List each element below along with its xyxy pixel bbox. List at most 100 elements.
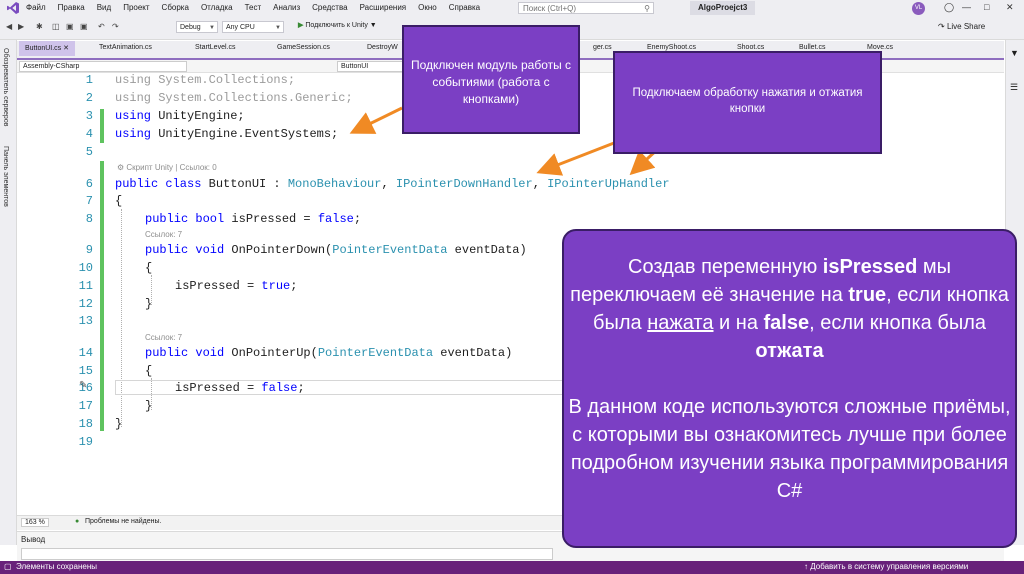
menu-test[interactable]: Тест	[245, 3, 262, 12]
codelens-pointerdown[interactable]: Ссылок: 7	[145, 230, 182, 239]
tab-move[interactable]: Move.cs	[867, 44, 893, 51]
close-icon[interactable]: ✕	[63, 45, 69, 52]
tab-destroy[interactable]: DestroyW	[367, 44, 398, 51]
code-text: ,	[381, 177, 396, 191]
avatar[interactable]: VL	[912, 2, 925, 15]
live-share-button[interactable]: ↷ Live Share	[938, 22, 985, 31]
type-name: IPointerDownHandler	[395, 177, 533, 191]
menu-edit[interactable]: Правка	[58, 3, 85, 12]
tab-buttonui[interactable]: ButtonUI.cs ✕	[19, 41, 76, 56]
tab-bullet[interactable]: Bullet.cs	[799, 44, 825, 51]
callout-event-module: Подключен модуль работы с событиями (раб…	[402, 25, 580, 134]
keyword: using	[115, 127, 152, 141]
line-number: 7	[85, 194, 93, 208]
line-number: 3	[85, 109, 93, 123]
save-all-icon[interactable]: ▣	[80, 22, 88, 31]
chevron-down-icon[interactable]: ▼	[1010, 48, 1019, 58]
code-line: public bool isPressed = false;	[145, 212, 361, 226]
search-placeholder: Поиск (Ctrl+Q)	[523, 4, 577, 13]
code-line: isPressed = true;	[175, 279, 297, 293]
callout-explanation: Создав переменную isPressed мы переключа…	[562, 229, 1017, 548]
code-text: ;	[353, 212, 362, 226]
tab-enemyshoot[interactable]: EnemyShoot.cs	[647, 44, 696, 51]
code-text: UnityEngine;	[151, 109, 245, 123]
code-line: using System.Collections.Generic;	[115, 91, 353, 105]
menu-tools[interactable]: Средства	[312, 3, 347, 12]
keyword: false	[261, 381, 298, 395]
line-number: 13	[78, 314, 93, 328]
problems-status[interactable]: Проблемы не найдены.	[85, 518, 161, 525]
tab-startlevel[interactable]: StartLevel.cs	[195, 44, 235, 51]
menu-file[interactable]: Файл	[26, 3, 46, 12]
type-name: IPointerUpHandler	[547, 177, 670, 191]
save-status-icon: ▢	[4, 562, 12, 571]
attach-unity-label: Подключить к Unity	[305, 22, 368, 29]
tab-manager[interactable]: ger.cs	[593, 44, 612, 51]
zoom-dropdown[interactable]: 163 %	[21, 518, 49, 527]
menu-extensions[interactable]: Расширения	[360, 3, 407, 12]
source-control-label: Добавить в систему управления версиями	[810, 562, 969, 571]
attach-unity-button[interactable]: ▶ Подключить к Unity ▼	[298, 21, 377, 29]
keyword: false	[317, 212, 354, 226]
forward-icon[interactable]: ▶	[18, 22, 24, 31]
code-text: ButtonUI :	[201, 177, 288, 191]
menu-build[interactable]: Сборка	[162, 3, 189, 12]
menu-window[interactable]: Окно	[418, 3, 437, 12]
type-name: MonoBehaviour	[287, 177, 382, 191]
menu-debug[interactable]: Отладка	[201, 3, 233, 12]
codelens-pointerup[interactable]: Ссылок: 7	[145, 333, 182, 342]
menu-project[interactable]: Проект	[123, 3, 149, 12]
code-text: ;	[290, 279, 298, 293]
line-number: 18	[78, 417, 93, 431]
project-dropdown[interactable]: Assembly-CSharp	[19, 61, 187, 72]
menu-view[interactable]: Вид	[97, 3, 111, 12]
line-number: 15	[78, 364, 93, 378]
line-number: 1	[85, 73, 93, 87]
text-bold: isPressed	[822, 256, 918, 278]
save-status: Элементы сохранены	[16, 562, 97, 571]
text-bold: false	[763, 312, 810, 334]
minimize-icon[interactable]: —	[962, 2, 971, 12]
platform-value: Any CPU	[226, 24, 255, 31]
redo-icon[interactable]: ↷	[112, 22, 119, 31]
code-line: using System.Collections;	[115, 73, 296, 87]
solution-explorer-icon[interactable]: ☰	[1010, 82, 1018, 93]
tab-gamesession[interactable]: GameSession.cs	[277, 44, 330, 51]
line-number: 5	[85, 145, 93, 159]
code-text: ;	[297, 381, 305, 395]
line-number: 11	[78, 279, 93, 293]
server-explorer-tab[interactable]: Обозреватель серверов	[2, 48, 9, 126]
new-item-icon[interactable]: ✱	[36, 22, 43, 31]
feedback-icon[interactable]: ◯	[944, 2, 954, 13]
platform-dropdown[interactable]: Any CPU ▼	[222, 21, 284, 33]
config-dropdown[interactable]: Debug ▼	[176, 21, 218, 33]
text: Создав переменную	[628, 256, 823, 278]
toolbox-tab[interactable]: Панель элементов	[2, 146, 9, 207]
search-input[interactable]: Поиск (Ctrl+Q) ⚲	[518, 2, 654, 14]
menu-analyze[interactable]: Анализ	[273, 3, 300, 12]
undo-icon[interactable]: ↶	[98, 22, 105, 31]
line-number: 9	[85, 243, 93, 257]
back-icon[interactable]: ◀	[6, 22, 12, 31]
codelens-class[interactable]: ⚙ Скрипт Unity | Ссылок: 0	[117, 163, 217, 172]
save-icon[interactable]: ▣	[66, 22, 74, 31]
chevron-down-icon: ▼	[275, 25, 281, 31]
line-number: 6	[85, 177, 93, 191]
tab-textanimation[interactable]: TextAnimation.cs	[99, 44, 152, 51]
config-value: Debug	[180, 24, 201, 31]
type-name: PointerEventData	[332, 243, 448, 257]
line-number: 2	[85, 91, 93, 105]
tab-shoot[interactable]: Shoot.cs	[737, 44, 764, 51]
keyword: public void	[145, 346, 225, 360]
open-icon[interactable]: ◫	[52, 22, 60, 31]
quick-action-icon[interactable]: ✎	[79, 380, 87, 391]
source-control-button[interactable]: ↑ Добавить в систему управления версиями	[804, 562, 968, 571]
maximize-icon[interactable]: □	[984, 2, 989, 12]
code-text: eventData)	[433, 346, 513, 360]
code-text: eventData)	[447, 243, 527, 257]
change-indicator	[100, 161, 104, 431]
menu-help[interactable]: Справка	[449, 3, 480, 12]
close-icon[interactable]: ✕	[1006, 2, 1014, 13]
output-source-dropdown[interactable]	[21, 548, 553, 560]
